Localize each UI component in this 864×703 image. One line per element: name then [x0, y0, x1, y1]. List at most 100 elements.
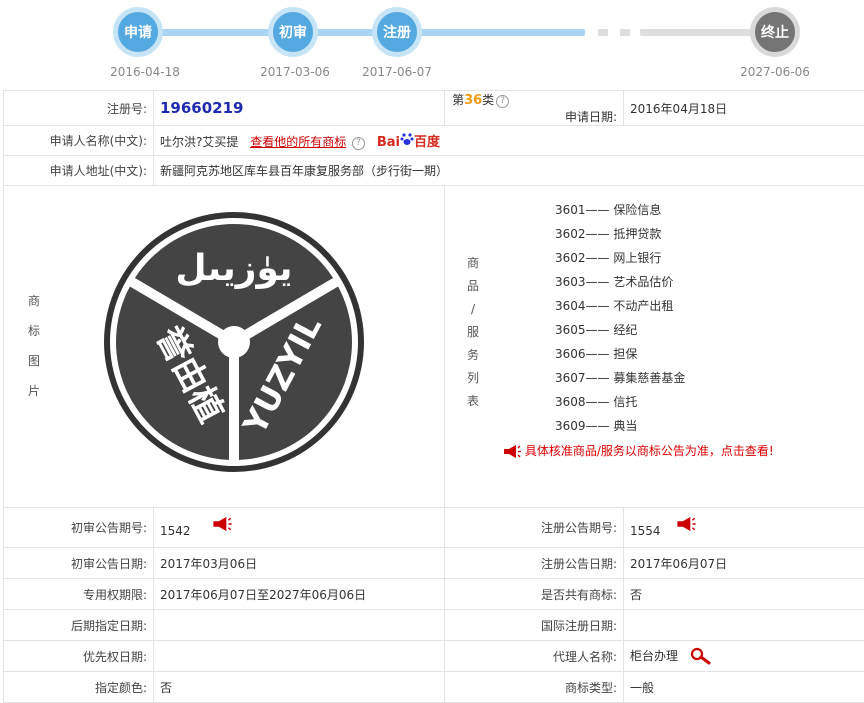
baidu-logo-text: 百度: [414, 135, 440, 150]
timeline-date: 2027-06-06: [725, 65, 825, 79]
agent-value: 柜台办理: [630, 649, 678, 663]
later-date-value: [154, 610, 445, 641]
service-item: 3607—— 募集慈善基金: [555, 366, 864, 390]
prelim-no-value: 1542: [160, 524, 191, 538]
timeline-dash: [598, 29, 608, 36]
label-char: 商: [24, 286, 44, 316]
prelim-no-cell: 1542: [154, 508, 445, 548]
service-item: 3601—— 保险信息: [555, 198, 864, 222]
prelim-no-label: 初审公告期号:: [4, 508, 154, 548]
timeline-node-label: 初审: [279, 22, 307, 42]
color-label: 指定颜色:: [4, 672, 154, 703]
help-icon[interactable]: ?: [352, 137, 365, 150]
megaphone-icon[interactable]: [212, 517, 232, 531]
reg-notice-no-cell: 1554: [624, 508, 864, 548]
shared-value: 否: [624, 579, 864, 610]
timeline-date: 2017-06-07: [347, 65, 447, 79]
services-vertical-label: 商 品 / 服 务 列 表: [463, 252, 483, 413]
service-code: 3608: [555, 395, 586, 409]
agent-cell: 柜台办理: [624, 641, 864, 672]
all-marks-link[interactable]: 查看他的所有商标: [250, 135, 346, 149]
service-name: 经纪: [613, 323, 637, 337]
trademark-logo: يۈزيىل 誉由植 YUZYIL: [102, 210, 366, 474]
applicant-cell: 吐尔洪?艾买提 查看他的所有商标 ? Bai 百度: [154, 126, 864, 156]
label-char: 表: [463, 390, 483, 413]
reg-no-value: 19660219: [160, 99, 244, 117]
shared-label: 是否共有商标:: [445, 579, 624, 610]
type-value: 一般: [624, 672, 864, 703]
label-char: 标: [24, 316, 44, 346]
label-char: 片: [24, 376, 44, 406]
services-list: 3601—— 保险信息3602—— 抵押贷款3602—— 网上银行3603—— …: [445, 198, 864, 438]
service-separator: ——: [586, 371, 614, 385]
service-separator: ——: [586, 275, 614, 289]
later-date-label: 后期指定日期:: [4, 610, 154, 641]
label-char: 品: [463, 275, 483, 298]
service-code: 3606: [555, 347, 586, 361]
agent-label: 代理人名称:: [445, 641, 624, 672]
timeline-node-apply: 申请: [113, 7, 163, 57]
service-code: 3601: [555, 203, 586, 217]
label-char: 务: [463, 344, 483, 367]
timeline-node-label: 终止: [761, 22, 789, 42]
service-separator: ——: [586, 323, 614, 337]
services-cell: 商 品 / 服 务 列 表 3601—— 保险信息3602—— 抵押贷款3602…: [445, 186, 864, 508]
intl-date-label: 国际注册日期:: [445, 610, 624, 641]
reg-no-cell: 19660219: [154, 91, 445, 126]
type-label: 商标类型:: [445, 672, 624, 703]
apply-date-value: 2016年04月18日: [624, 91, 864, 126]
megaphone-icon[interactable]: [676, 517, 696, 531]
baidu-search-button[interactable]: Bai 百度: [377, 135, 440, 150]
reg-notice-no-value: 1554: [630, 524, 661, 538]
trademark-info-table: 注册号: 19660219 第36类? 申请日期: 2016年04月18日 申请…: [3, 90, 864, 703]
service-name: 不动产出租: [613, 299, 673, 313]
class-suffix: 类: [482, 93, 494, 107]
reg-notice-no-label: 注册公告期号:: [445, 508, 624, 548]
timeline-node-register: 注册: [372, 7, 422, 57]
service-item: 3609—— 典当: [555, 414, 864, 438]
service-name: 担保: [613, 347, 637, 361]
service-name: 信托: [613, 395, 637, 409]
reg-notice-date-label: 注册公告日期:: [445, 548, 624, 579]
service-name: 艺术品估价: [613, 275, 673, 289]
service-name: 保险信息: [613, 203, 661, 217]
class-prefix: 第: [452, 93, 464, 107]
service-item: 3604—— 不动产出租: [555, 294, 864, 318]
label-char: 商: [463, 252, 483, 275]
service-name: 网上银行: [613, 251, 661, 265]
service-item: 3606—— 担保: [555, 342, 864, 366]
class-number[interactable]: 36: [464, 93, 482, 108]
priority-date-label: 优先权日期:: [4, 641, 154, 672]
service-name: 抵押贷款: [613, 227, 661, 241]
services-notice-text[interactable]: 具体核准商品/服务以商标公告为准，点击查看!: [525, 444, 774, 458]
baidu-logo-text: Bai: [377, 135, 400, 150]
service-item: 3605—— 经纪: [555, 318, 864, 342]
timeline-dash: [620, 29, 630, 36]
service-item: 3603—— 艺术品估价: [555, 270, 864, 294]
service-code: 3604: [555, 299, 586, 313]
service-separator: ——: [586, 347, 614, 361]
service-code: 3605: [555, 323, 586, 337]
service-code: 3602: [555, 251, 586, 265]
label-char: 列: [463, 367, 483, 390]
service-separator: ——: [586, 251, 614, 265]
service-separator: ——: [586, 299, 614, 313]
megaphone-icon: [503, 445, 521, 458]
timeline-date: 2016-04-18: [95, 65, 195, 79]
label-char: 服: [463, 321, 483, 344]
logo-uyghur-text: يۈزيىل: [175, 248, 292, 289]
priority-date-value: [154, 641, 445, 672]
service-separator: ——: [586, 203, 614, 217]
service-code: 3603: [555, 275, 586, 289]
service-code: 3602: [555, 227, 586, 241]
search-icon[interactable]: [690, 647, 712, 665]
prelim-date-label: 初审公告日期:: [4, 548, 154, 579]
applicant-value: 吐尔洪?艾买提: [160, 135, 238, 149]
label-char: 图: [24, 346, 44, 376]
help-icon[interactable]: ?: [496, 95, 509, 108]
timeline-node-prelim: 初审: [268, 7, 318, 57]
service-item: 3602—— 网上银行: [555, 246, 864, 270]
exclusive-period-value: 2017年06月07日至2027年06月06日: [154, 579, 445, 610]
intl-date-value: [624, 610, 864, 641]
services-notice[interactable]: 具体核准商品/服务以商标公告为准，点击查看!: [445, 442, 864, 459]
